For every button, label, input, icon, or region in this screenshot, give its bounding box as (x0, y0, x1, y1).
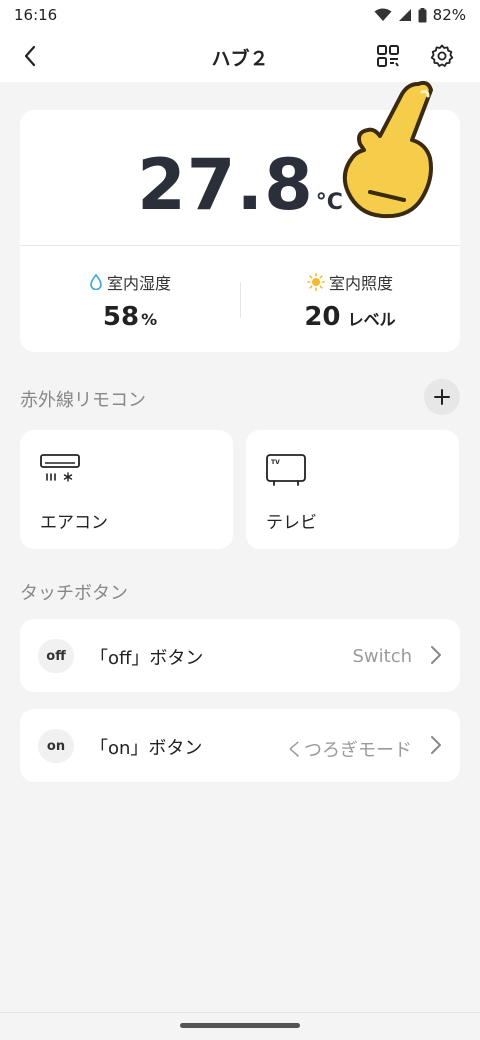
light-unit: レベル (347, 310, 396, 329)
off-badge: off (38, 639, 74, 673)
touch-button-action: くつろぎモード (286, 740, 412, 761)
chevron-right-icon (431, 646, 441, 664)
on-badge: on (38, 729, 74, 763)
pointing-hand-icon (342, 80, 433, 219)
light-label: 室内照度 (328, 274, 393, 293)
settings-button[interactable] (424, 40, 460, 72)
scan-button[interactable] (370, 40, 406, 72)
touch-button-off[interactable]: off 「off」ボタン Switch (20, 619, 460, 692)
gear-icon (430, 44, 454, 67)
touch-button-on[interactable]: on 「on」ボタン くつろぎモード (20, 709, 460, 782)
home-indicator[interactable] (180, 1023, 300, 1028)
device-label-tv: テレビ (266, 513, 317, 533)
plus-icon (434, 389, 450, 405)
light-sensor: 室内照度 20 レベル (240, 270, 460, 332)
status-bar: 16:16 82% (0, 0, 480, 30)
touch-button-name: 「on」ボタン (90, 738, 203, 759)
humidity-value: 58 (102, 302, 140, 332)
back-button[interactable] (14, 40, 46, 72)
device-card-tv[interactable]: TV テレビ (246, 430, 459, 549)
chevron-right-icon (431, 736, 441, 754)
ir-section-title: 赤外線リモコン (20, 390, 146, 411)
touch-section-title: タッチボタン (20, 583, 128, 604)
tv-icon: TV (266, 454, 306, 486)
humidity-sensor: 室内湿度 58% (20, 270, 240, 332)
touch-button-name: 「off」ボタン (90, 648, 204, 669)
sun-icon (306, 273, 325, 291)
page-title: ハブ２ (211, 48, 269, 70)
light-value: 20 (304, 302, 341, 332)
nav-divider (0, 1012, 480, 1013)
humidity-unit: % (141, 310, 158, 329)
water-drop-icon (90, 274, 102, 290)
temperature-value: 27.8 (137, 144, 314, 226)
touch-button-action: Switch (352, 646, 412, 667)
status-time: 16:16 (14, 6, 58, 24)
divider (20, 245, 460, 246)
status-icons: 82% (374, 6, 466, 24)
signal-icon (398, 8, 412, 22)
scan-icon (377, 45, 399, 67)
svg-text:TV: TV (271, 459, 280, 466)
chevron-left-icon (24, 45, 36, 67)
wifi-icon (374, 8, 392, 22)
humidity-label: 室内湿度 (106, 274, 171, 293)
air-conditioner-icon (40, 454, 80, 482)
add-remote-button[interactable] (424, 379, 460, 415)
battery-percent: 82% (432, 6, 466, 24)
device-card-aircon[interactable]: エアコン (20, 430, 233, 549)
device-label-aircon: エアコン (40, 513, 108, 533)
battery-icon (418, 7, 427, 23)
